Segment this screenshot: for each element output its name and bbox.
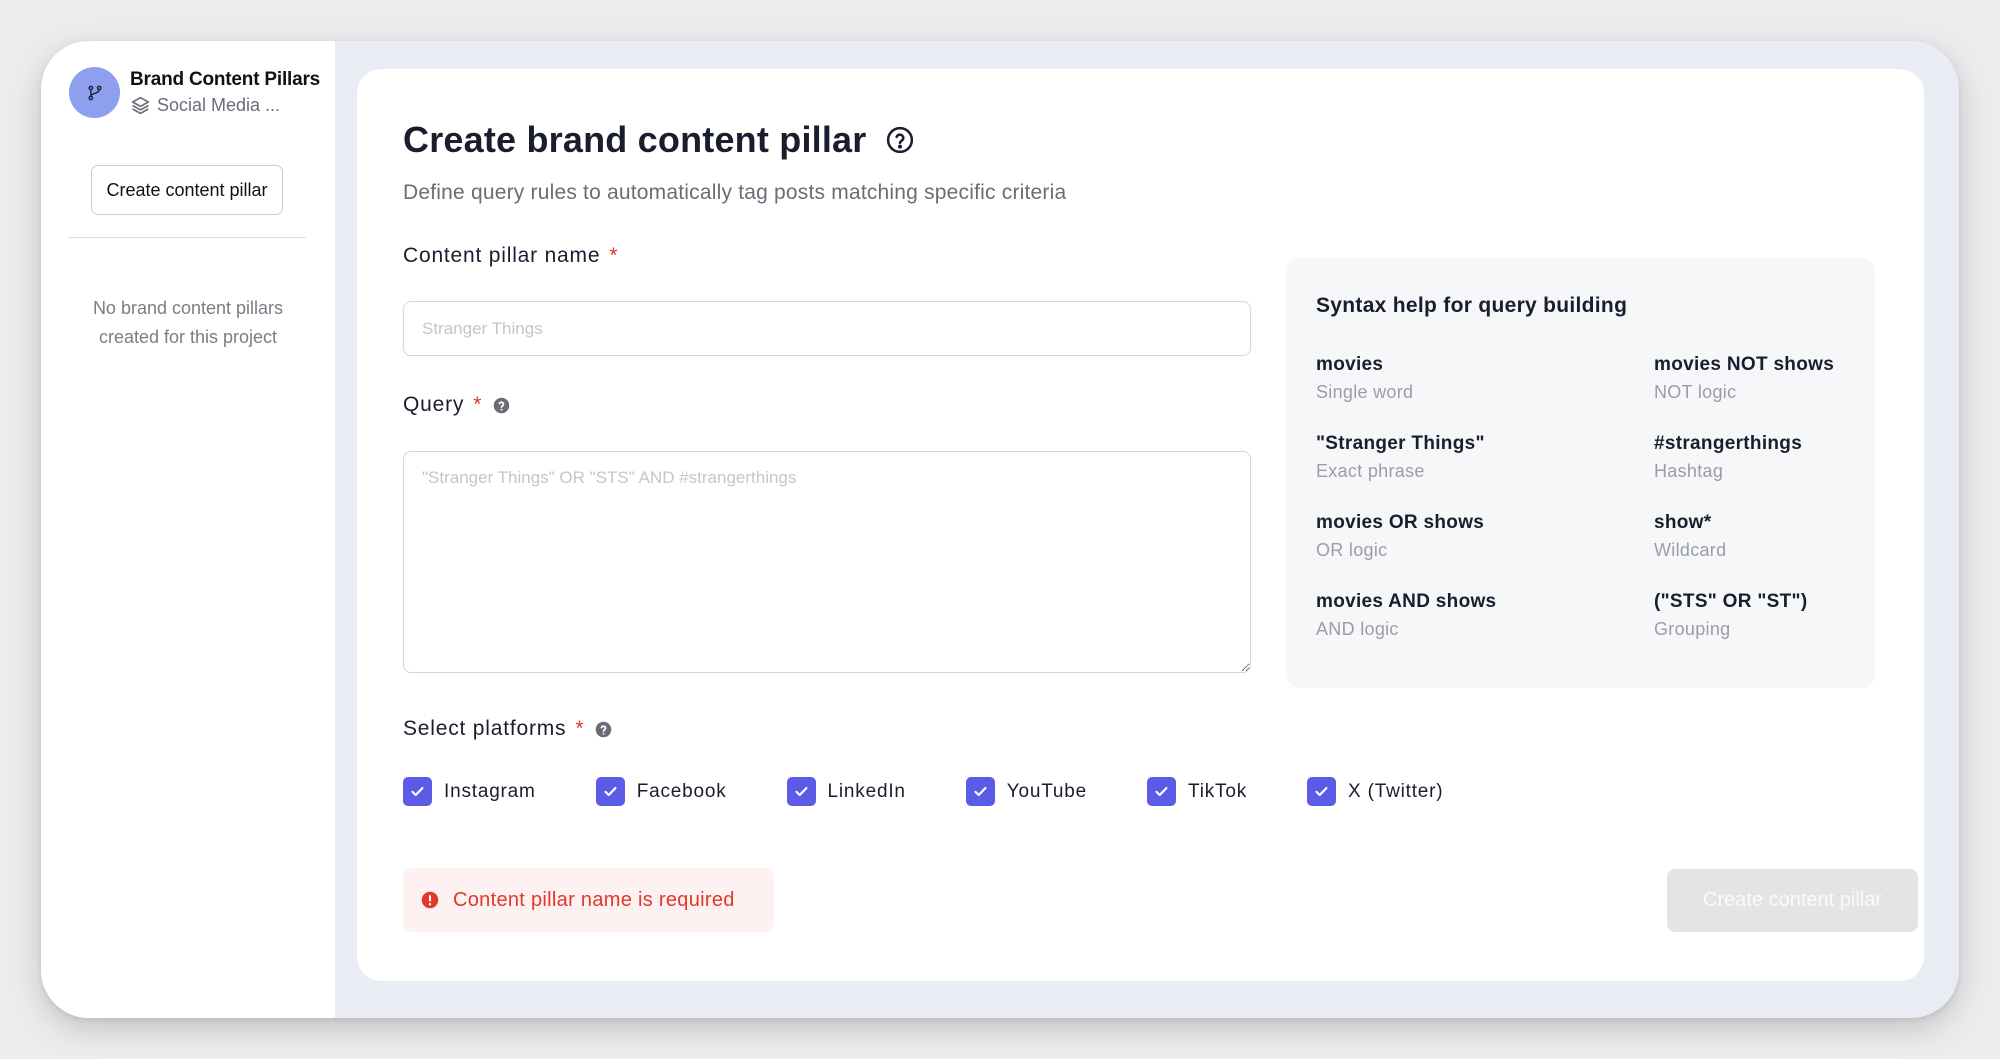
error-message: Content pillar name is required <box>453 888 735 911</box>
platform-tiktok[interactable]: TikTok <box>1147 777 1247 806</box>
page-title: Create brand content pillar <box>403 119 867 160</box>
platform-label: YouTube <box>1006 780 1088 802</box>
syntax-item: movies OR shows OR logic <box>1316 512 1484 561</box>
form-card: Create brand content pillar Define query… <box>357 69 1924 981</box>
syntax-description: OR logic <box>1316 540 1388 560</box>
syntax-code: movies NOT shows <box>1654 354 1835 375</box>
page-subtitle: Define query rules to automatically tag … <box>403 181 1067 204</box>
syntax-item: movies NOT shows NOT logic <box>1654 354 1834 403</box>
checkbox-checked[interactable] <box>965 777 995 806</box>
sidebar-divider <box>68 237 306 238</box>
syntax-help-title: Syntax help for query building <box>1316 294 1628 317</box>
sidebar-empty-state: No brand content pillars created for thi… <box>92 298 284 347</box>
syntax-description: Exact phrase <box>1316 461 1425 481</box>
platform-label: LinkedIn <box>827 780 906 802</box>
checkbox-checked[interactable] <box>595 777 625 806</box>
create-pillar-button[interactable]: Create content pillar <box>1667 869 1918 932</box>
question-icon[interactable] <box>595 721 612 738</box>
platform-label: TikTok <box>1188 780 1248 802</box>
platform-checkboxes: Instagram Facebook LinkedIn YouTube TikT… <box>403 777 1443 806</box>
alert-circle-icon <box>421 891 439 909</box>
syntax-description: Wildcard <box>1654 540 1727 560</box>
syntax-code: "Stranger Things" <box>1316 433 1485 454</box>
platform-facebook[interactable]: Facebook <box>595 777 727 806</box>
platform-linkedin[interactable]: LinkedIn <box>786 777 906 806</box>
check-icon <box>974 786 987 797</box>
title-row: Create brand content pillar <box>403 119 915 161</box>
layers-icon <box>131 96 150 115</box>
project-subtitle-text: Social Media ... <box>157 95 281 115</box>
syntax-code: movies OR shows <box>1316 512 1485 533</box>
platforms-label: Select platforms * <box>403 717 612 741</box>
platform-label: X (Twitter) <box>1348 780 1444 802</box>
platform-label: Instagram <box>444 780 536 802</box>
check-icon <box>1155 786 1168 797</box>
project-text: Brand Content Pillars Social Media ... <box>130 69 320 116</box>
syntax-item: show* Wildcard <box>1654 512 1726 561</box>
check-icon <box>1315 786 1328 797</box>
sidebar: Brand Content Pillars Social Media ... C… <box>41 41 335 1018</box>
checkbox-checked[interactable] <box>786 777 816 806</box>
checkbox-checked[interactable] <box>1147 777 1177 806</box>
platform-youtube[interactable]: YouTube <box>965 777 1088 806</box>
syntax-item: ("STS" OR "ST") Grouping <box>1654 591 1807 640</box>
syntax-item: "Stranger Things" Exact phrase <box>1316 433 1485 482</box>
syntax-item: movies Single word <box>1316 354 1413 403</box>
required-mark: * <box>473 393 483 416</box>
name-label-text: Content pillar name <box>403 244 601 267</box>
sidebar-create-button[interactable]: Create content pillar <box>91 165 283 215</box>
check-icon <box>795 786 808 797</box>
project-header[interactable]: Brand Content Pillars Social Media ... <box>69 67 320 118</box>
platform-label: Facebook <box>636 780 727 802</box>
syntax-description: NOT logic <box>1654 382 1737 402</box>
project-subtitle: Social Media ... <box>130 95 320 116</box>
check-icon <box>411 786 424 797</box>
syntax-item: movies AND shows AND logic <box>1316 591 1496 640</box>
branch-icon <box>87 85 102 100</box>
name-label: Content pillar name * <box>403 244 618 268</box>
syntax-description: AND logic <box>1316 619 1399 639</box>
syntax-code: movies <box>1316 354 1384 375</box>
syntax-code: #strangerthings <box>1654 433 1803 454</box>
checkbox-checked[interactable] <box>403 777 432 806</box>
project-avatar <box>69 67 120 118</box>
syntax-code: ("STS" OR "ST") <box>1654 591 1808 612</box>
checkbox-checked[interactable] <box>1307 777 1337 806</box>
check-icon <box>604 786 617 797</box>
platform-x-twitter[interactable]: X (Twitter) <box>1307 777 1443 806</box>
syntax-description: Single word <box>1316 382 1414 402</box>
project-title: Brand Content Pillars <box>130 69 321 90</box>
platform-instagram[interactable]: Instagram <box>403 777 536 806</box>
pillar-name-input[interactable] <box>403 301 1251 356</box>
syntax-code: movies AND shows <box>1316 591 1497 612</box>
query-label: Query * <box>403 393 510 417</box>
question-icon[interactable] <box>493 397 510 414</box>
required-mark: * <box>609 244 619 267</box>
required-mark: * <box>575 717 585 740</box>
platforms-label-text: Select platforms <box>403 717 567 740</box>
help-circle-icon[interactable] <box>885 125 915 155</box>
validation-error: Content pillar name is required <box>403 868 774 932</box>
app-window: Brand Content Pillars Social Media ... C… <box>41 41 1959 1018</box>
query-label-text: Query <box>403 393 465 416</box>
syntax-code: show* <box>1654 512 1712 533</box>
syntax-description: Hashtag <box>1654 461 1724 481</box>
syntax-help-panel: Syntax help for query building movies Si… <box>1286 258 1875 688</box>
syntax-description: Grouping <box>1654 619 1731 639</box>
query-textarea[interactable] <box>403 451 1251 673</box>
syntax-item: #strangerthings Hashtag <box>1654 433 1802 482</box>
